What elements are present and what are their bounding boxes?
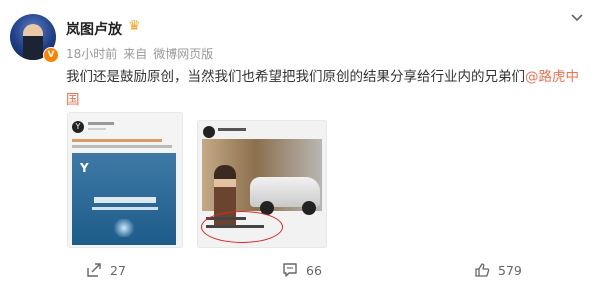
- post-image-1[interactable]: Y Y: [67, 112, 183, 248]
- share-icon: [86, 262, 102, 278]
- source-client[interactable]: 微博网页版: [153, 47, 213, 61]
- like-count: 579: [498, 262, 522, 278]
- repost-button[interactable]: 27: [86, 262, 126, 278]
- post-body: 我们还是鼓励原创，当然我们也希望把我们原创的结果分享给行业内的兄弟们: [66, 69, 525, 85]
- repost-count: 27: [110, 262, 126, 278]
- chevron-down-icon[interactable]: [570, 10, 584, 29]
- comment-icon: [282, 262, 298, 278]
- verified-badge: V: [43, 47, 59, 63]
- crown-icon: ♛: [128, 18, 141, 34]
- like-button[interactable]: 579: [474, 262, 522, 278]
- post-meta: 18小时前 来自 微博网页版: [66, 45, 219, 62]
- panel-logo-icon: Y: [80, 161, 89, 175]
- highlight-circle: [201, 211, 283, 243]
- username[interactable]: 岚图卢放: [66, 19, 122, 39]
- post-text: 我们还是鼓励原创，当然我们也希望把我们原创的结果分享给行业内的兄弟们@路虎中国: [66, 66, 586, 112]
- source-prefix: 来自: [123, 47, 148, 61]
- post-time[interactable]: 18小时前: [66, 47, 117, 61]
- brand-logo-icon: Y: [72, 121, 84, 133]
- thumbs-up-icon: [474, 262, 490, 278]
- comment-count: 66: [306, 262, 322, 278]
- post-image-2[interactable]: [197, 120, 327, 248]
- comment-button[interactable]: 66: [282, 262, 322, 278]
